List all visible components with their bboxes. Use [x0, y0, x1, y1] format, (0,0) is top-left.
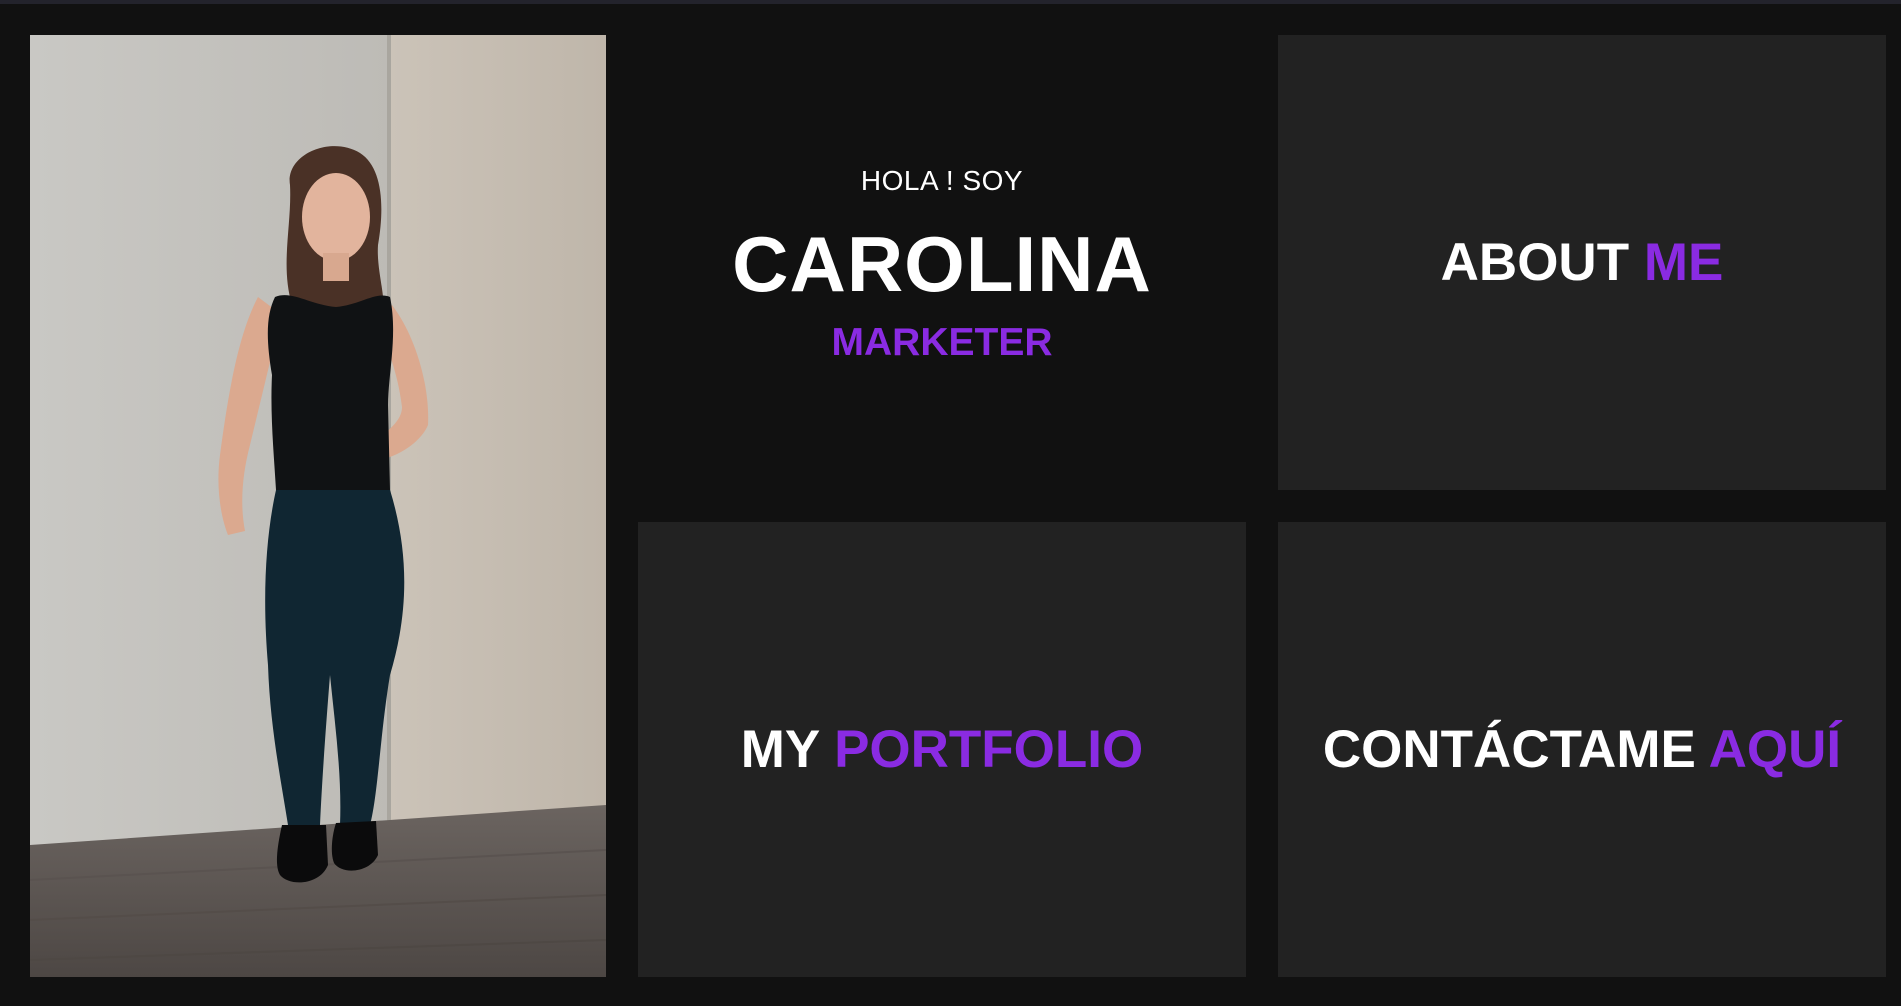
hero-role: MARKETER — [831, 321, 1053, 364]
contact-title-word1: CONTÁCTAME — [1322, 720, 1696, 779]
contact-tile[interactable]: CONTÁCTAME AQUÍ — [1278, 522, 1886, 977]
top-border — [0, 0, 1901, 4]
portfolio-title-word2: PORTFOLIO — [834, 720, 1144, 779]
hero-greeting: HOLA ! SOY — [860, 165, 1024, 196]
about-me-title: ABOUT ME — [1441, 232, 1724, 293]
portfolio-title: MY PORTFOLIO — [741, 719, 1143, 780]
about-me-tile[interactable]: ABOUT ME — [1278, 35, 1886, 490]
hero-section: HOLA ! SOY CAROLINA MARKETER — [638, 35, 1246, 489]
portfolio-tile[interactable]: MY PORTFOLIO — [638, 522, 1246, 977]
about-title-word1: ABOUT — [1440, 233, 1630, 292]
contact-title: CONTÁCTAME AQUÍ — [1323, 719, 1841, 780]
hero-name: CAROLINA — [732, 220, 1152, 308]
contact-title-word2: AQUÍ — [1708, 720, 1842, 779]
profile-photo — [30, 35, 606, 977]
portfolio-title-word1: MY — [740, 720, 820, 779]
profile-photo-illustration — [30, 35, 606, 977]
about-title-word2: ME — [1643, 233, 1724, 292]
